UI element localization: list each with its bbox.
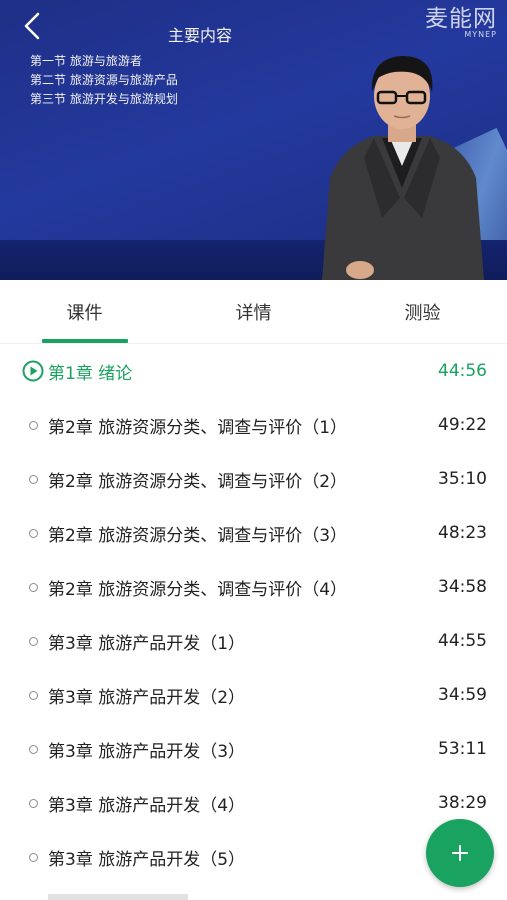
chapter-row[interactable]: 第2章 旅游资源分类、调查与评价（1） 49:22 <box>0 398 507 452</box>
chapter-duration: 49:22 <box>438 415 487 435</box>
tab-label: 详情 <box>235 303 272 324</box>
tab-label: 测验 <box>404 303 441 324</box>
slide-title: 主要内容 <box>168 26 233 45</box>
bullet-dot-icon <box>22 468 44 490</box>
bullet-dot-icon <box>22 522 44 544</box>
slide-item: 第一节 旅游与旅游者 <box>30 54 142 68</box>
chapter-row[interactable]: 第3章 旅游产品开发（1） 44:55 <box>0 614 507 668</box>
chapter-duration: 44:55 <box>438 631 487 651</box>
bullet-dot-icon <box>22 414 44 436</box>
chapter-title: 第2章 旅游资源分类、调查与评价（3） <box>48 525 348 546</box>
chapter-title: 第3章 旅游产品开发（4） <box>48 795 246 816</box>
chapter-title: 第3章 旅游产品开发（5） <box>48 849 246 870</box>
video-player[interactable]: 主要内容 第一节 旅游与旅游者 第二节 旅游资源与旅游产品 第三节 旅游开发与旅… <box>0 0 507 280</box>
bullet-dot-icon <box>22 630 44 652</box>
tab-courseware[interactable]: 课件 <box>0 280 169 343</box>
chapter-list: 第1章 绪论 44:56 第2章 旅游资源分类、调查与评价（1） 49:22 第… <box>0 344 507 884</box>
bullet-dot-icon <box>22 576 44 598</box>
chapter-duration: 34:58 <box>438 577 487 597</box>
chapter-title: 第2章 旅游资源分类、调查与评价（2） <box>48 471 348 492</box>
add-button[interactable] <box>426 819 494 887</box>
watermark-text: 麦能网 <box>425 6 497 32</box>
chapter-row[interactable]: 第2章 旅游资源分类、调查与评价（4） 34:58 <box>0 560 507 614</box>
chapter-row[interactable]: 第2章 旅游资源分类、调查与评价（2） 35:10 <box>0 452 507 506</box>
chapter-duration: 34:59 <box>438 685 487 705</box>
slide-outline: 第一节 旅游与旅游者 第二节 旅游资源与旅游产品 第三节 旅游开发与旅游规划 <box>30 52 178 109</box>
chapter-title: 第3章 旅游产品开发（3） <box>48 741 246 762</box>
chapter-duration: 44:56 <box>438 361 487 381</box>
plus-icon <box>452 845 468 861</box>
chapter-duration: 48:23 <box>438 523 487 543</box>
watermark-logo: 麦能网 MYNEP <box>425 6 497 39</box>
chapter-title: 第2章 旅游资源分类、调查与评价（4） <box>48 579 348 600</box>
back-button[interactable] <box>14 8 50 44</box>
chapter-title: 第1章 绪论 <box>48 363 133 384</box>
chapter-title: 第3章 旅游产品开发（2） <box>48 687 246 708</box>
list-item-cutoff <box>48 894 248 900</box>
slide-item: 第三节 旅游开发与旅游规划 <box>30 92 178 106</box>
bullet-dot-icon <box>22 738 44 760</box>
chapter-duration: 38:29 <box>438 793 487 813</box>
chapter-title: 第3章 旅游产品开发（1） <box>48 633 246 654</box>
chapter-row[interactable]: 第3章 旅游产品开发（4） 38:29 <box>0 776 507 830</box>
chapter-title: 第2章 旅游资源分类、调查与评价（1） <box>48 417 348 438</box>
chapter-row[interactable]: 第2章 旅游资源分类、调查与评价（3） 48:23 <box>0 506 507 560</box>
bullet-dot-icon <box>22 792 44 814</box>
active-tab-indicator <box>42 339 128 343</box>
tab-details[interactable]: 详情 <box>169 280 338 343</box>
play-circle-icon <box>22 360 44 382</box>
presenter-image <box>322 56 484 280</box>
bullet-dot-icon <box>22 846 44 868</box>
chapter-row[interactable]: 第3章 旅游产品开发（2） 34:59 <box>0 668 507 722</box>
bullet-dot-icon <box>22 684 44 706</box>
tab-label: 课件 <box>66 303 103 324</box>
chevron-left-icon <box>24 12 40 40</box>
chapter-duration: 53:11 <box>438 739 487 759</box>
tab-quiz[interactable]: 测验 <box>338 280 507 343</box>
slide-item: 第二节 旅游资源与旅游产品 <box>30 73 178 87</box>
chapter-row-playing[interactable]: 第1章 绪论 44:56 <box>0 344 507 398</box>
chapter-duration: 35:10 <box>438 469 487 489</box>
tab-bar: 课件 详情 测验 <box>0 280 507 344</box>
chapter-row[interactable]: 第3章 旅游产品开发（3） 53:11 <box>0 722 507 776</box>
